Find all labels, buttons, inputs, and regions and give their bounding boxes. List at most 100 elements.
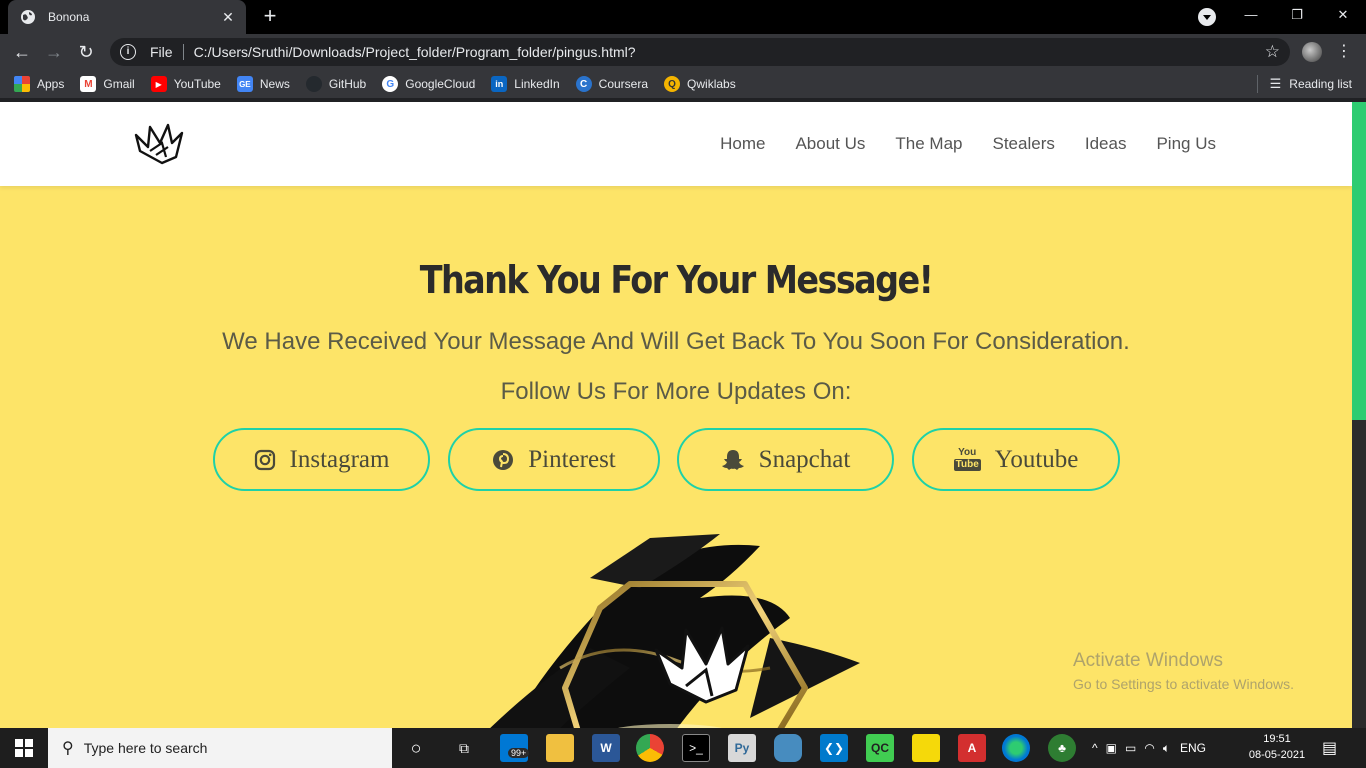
browser-tab-strip: Bonona ✕ + — ❐ ✕ (0, 0, 1366, 34)
coursera-icon: C (575, 76, 592, 92)
qt-creator-icon[interactable]: QC (866, 734, 894, 762)
scrollbar-thumb[interactable] (1352, 102, 1366, 420)
follow-prompt: Follow Us For More Updates On: (500, 378, 852, 405)
nav-about-us[interactable]: About Us (795, 134, 865, 154)
word-app-icon[interactable]: W (592, 734, 620, 762)
profile-avatar[interactable] (1302, 42, 1322, 62)
instagram-button[interactable]: Instagram (213, 428, 430, 491)
close-window-icon[interactable]: ✕ (1320, 0, 1366, 30)
confirmation-text: We Have Received Your Message And Will G… (222, 328, 1130, 355)
bookmark-apps[interactable]: Apps (14, 76, 64, 92)
address-separator (182, 44, 184, 60)
bookmark-star-icon[interactable]: ☆ (1265, 42, 1280, 62)
vscode-app-icon[interactable]: ❮❯ (820, 734, 848, 762)
instagram-icon (254, 449, 276, 471)
wifi-icon[interactable]: ◠ (1144, 741, 1154, 755)
chevron-up-icon[interactable]: ^ (1092, 741, 1098, 755)
bookmark-gmail[interactable]: M Gmail (80, 76, 135, 92)
youtube-icon: ▶ (150, 76, 167, 92)
forward-icon[interactable]: → (42, 40, 66, 64)
youtube-logo-icon: You Tube (953, 448, 981, 471)
nav-ideas[interactable]: Ideas (1085, 134, 1127, 154)
crown-logo-icon[interactable] (132, 121, 188, 165)
youtube-icon-bottom-text: Tube (953, 459, 981, 471)
back-icon[interactable]: ← (10, 40, 34, 64)
browser-toolbar: ← → ↻ i File C:/Users/Sruthi/Downloads/P… (0, 34, 1366, 70)
notifications-icon[interactable]: ▤ (1322, 728, 1337, 768)
language-indicator[interactable]: ENG (1180, 741, 1206, 755)
windows-taskbar: ⚲ Type here to search ○ ⧉ 99+ W >_ Py ❮❯… (0, 728, 1366, 768)
page-heading: Thank You For Your Message! (419, 258, 934, 302)
bookmark-qwiklabs[interactable]: Q Qwiklabs (664, 76, 736, 92)
terminal-app-icon[interactable]: >_ (682, 734, 710, 762)
snapchat-button[interactable]: Snapchat (677, 428, 894, 491)
godot-app-icon[interactable] (774, 734, 802, 762)
clock-time: 19:51 (1263, 733, 1291, 745)
file-explorer-icon[interactable] (546, 734, 574, 762)
system-tray: ^ ▣ ▭ ◠ 🔈︎ ENG (1092, 728, 1206, 768)
pdf-reader-icon[interactable]: A (958, 734, 986, 762)
nav-ping-us[interactable]: Ping Us (1156, 134, 1216, 154)
gmail-icon: M (80, 76, 97, 92)
bookmarks-bar: Apps M Gmail ▶ YouTube GE News GitHub G … (0, 70, 1366, 98)
bookmark-googlecloud[interactable]: G GoogleCloud (382, 76, 475, 92)
bookmark-label: Qwiklabs (687, 77, 736, 91)
restore-icon[interactable]: ❐ (1274, 0, 1320, 30)
linkedin-icon: in (491, 76, 508, 92)
reading-list-divider (1256, 75, 1258, 93)
bookmark-label: Apps (37, 77, 65, 91)
taskbar-search[interactable]: ⚲ Type here to search (48, 728, 392, 768)
google-icon: G (382, 76, 399, 92)
windows-logo-icon (15, 739, 33, 757)
new-tab-button[interactable]: + (258, 5, 282, 29)
search-placeholder: Type here to search (83, 740, 208, 756)
bookmark-label: News (259, 77, 290, 91)
reading-list-button[interactable]: ☰ Reading list (1256, 70, 1352, 98)
sticky-notes-icon[interactable] (912, 734, 940, 762)
python-app-icon[interactable]: Py (728, 734, 756, 762)
clock-date: 08-05-2021 (1248, 749, 1306, 761)
minimize-icon[interactable]: — (1228, 0, 1274, 30)
bookmark-github[interactable]: GitHub (305, 76, 367, 92)
menu-kebab-icon[interactable]: ⋮ (1334, 40, 1354, 64)
youtube-label: Youtube (994, 445, 1079, 473)
evernote-app-icon[interactable]: ♣ (1048, 734, 1076, 762)
tab-search-icon[interactable] (1198, 8, 1216, 26)
bookmark-label: LinkedIn (514, 77, 560, 91)
url-text[interactable]: C:/Users/Sruthi/Downloads/Project_folder… (194, 44, 1265, 60)
youtube-button[interactable]: You Tube Youtube (912, 428, 1120, 491)
edge-app-icon[interactable] (1002, 734, 1030, 762)
reload-icon[interactable]: ↻ (74, 40, 98, 64)
address-bar[interactable]: i File C:/Users/Sruthi/Downloads/Project… (110, 38, 1290, 66)
chrome-app-icon[interactable] (636, 734, 664, 762)
site-header: Home About Us The Map Stealers Ideas Pin… (0, 102, 1352, 186)
bookmark-youtube[interactable]: ▶ YouTube (150, 76, 221, 92)
bookmark-coursera[interactable]: C Coursera (575, 76, 649, 92)
start-button[interactable] (0, 728, 48, 768)
bookmark-news[interactable]: GE News (236, 76, 290, 92)
pinterest-button[interactable]: Pinterest (448, 428, 660, 491)
nav-home[interactable]: Home (720, 134, 765, 154)
battery-icon[interactable]: ▭ (1125, 741, 1136, 755)
taskbar-clock[interactable]: 19:51 08-05-2021 (1242, 731, 1312, 763)
cortana-icon[interactable]: ○ (402, 734, 430, 762)
page-viewport: Home About Us The Map Stealers Ideas Pin… (0, 102, 1366, 728)
github-icon (305, 76, 322, 92)
volume-icon[interactable]: 🔈︎ (1163, 741, 1170, 756)
bookmark-label: Coursera (598, 77, 649, 91)
nav-the-map[interactable]: The Map (895, 134, 962, 154)
mail-app-icon[interactable]: 99+ (500, 734, 530, 762)
info-icon[interactable]: i (120, 44, 136, 60)
page-scrollbar[interactable] (1352, 102, 1366, 728)
close-tab-icon[interactable]: ✕ (220, 9, 236, 26)
bookmark-label: Gmail (103, 77, 135, 91)
task-view-icon[interactable]: ⧉ (450, 734, 478, 762)
browser-tab[interactable]: Bonona ✕ (8, 0, 246, 34)
mail-badge: 99+ (508, 748, 530, 758)
nav-stealers[interactable]: Stealers (993, 134, 1055, 154)
main-nav: Home About Us The Map Stealers Ideas Pin… (690, 102, 1216, 186)
globe-icon (21, 10, 35, 24)
bookmark-label: GitHub (328, 77, 367, 91)
meet-now-icon[interactable]: ▣ (1106, 741, 1117, 755)
bookmark-linkedin[interactable]: in LinkedIn (491, 76, 560, 92)
